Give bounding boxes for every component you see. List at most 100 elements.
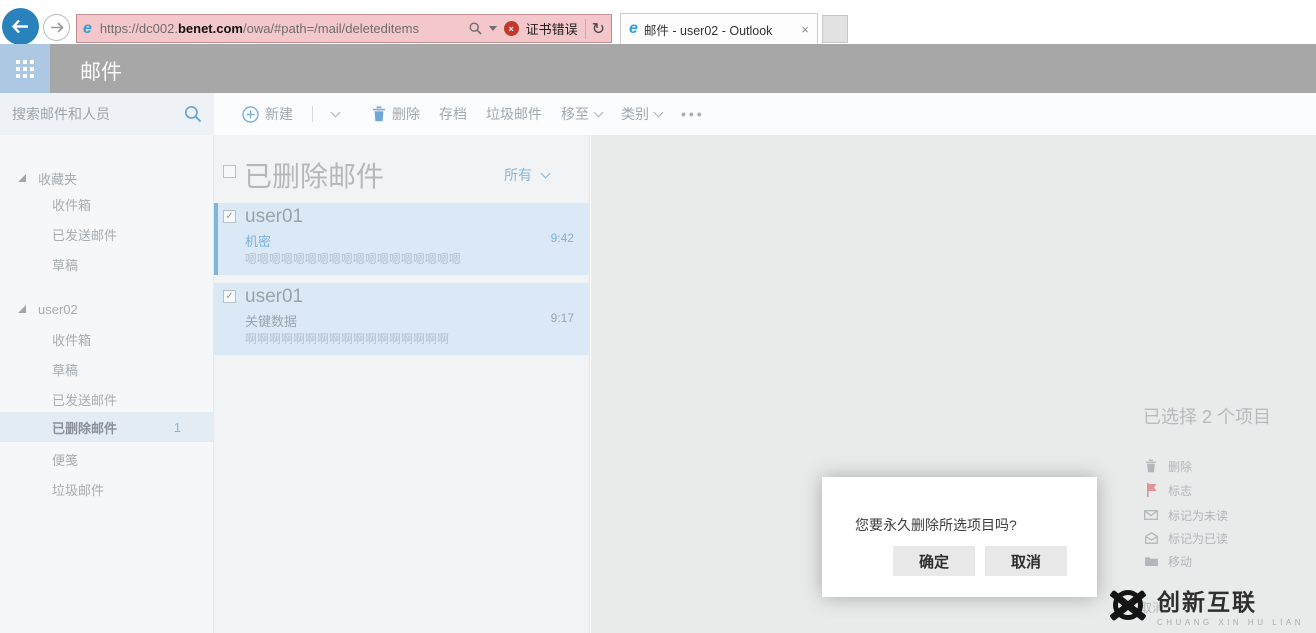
- url-prefix: https://dc002.: [100, 21, 178, 36]
- action-label: 移动: [1168, 553, 1192, 570]
- message-preview: 嗯嗯嗯嗯嗯嗯嗯嗯嗯嗯嗯嗯嗯嗯嗯嗯嗯嗯: [245, 250, 575, 267]
- message-subject: 机密: [245, 231, 271, 250]
- filter-chevron-icon: [541, 168, 551, 178]
- new-button[interactable]: 新建: [242, 104, 293, 124]
- sidebar-item-label: 垃圾邮件: [52, 480, 104, 499]
- dialog-ok-button[interactable]: 确定: [893, 546, 975, 576]
- folder-icon: [1144, 556, 1158, 566]
- action-move[interactable]: 移动: [1144, 552, 1192, 570]
- select-all-checkbox[interactable]: [223, 165, 236, 178]
- filter-dropdown[interactable]: 所有: [504, 165, 549, 185]
- trash-icon: [372, 106, 386, 122]
- message-subject: 关键数据: [245, 311, 297, 330]
- new-button-label: 新建: [265, 104, 293, 124]
- sidebar-item-inbox-fav[interactable]: 收件箱: [0, 193, 213, 215]
- move-to-button-label: 移至: [561, 104, 589, 124]
- watermark-text: 创新互联 CHUANG XIN HU LIAN: [1157, 583, 1304, 627]
- sidebar-item-sent-fav[interactable]: 已发送邮件: [0, 223, 213, 245]
- search-magnifier-icon[interactable]: [184, 105, 202, 123]
- tab-favicon: e: [629, 21, 638, 37]
- move-to-dropdown-icon: [594, 107, 604, 117]
- action-flag[interactable]: 标志: [1144, 481, 1192, 499]
- collapse-triangle-icon[interactable]: [18, 305, 26, 313]
- collapse-triangle-icon[interactable]: [18, 174, 26, 182]
- action-label: 标记为已读: [1168, 530, 1228, 547]
- sidebar-item-drafts-fav[interactable]: 草稿: [0, 253, 213, 275]
- plus-circle-icon: [242, 106, 259, 123]
- ie-page-icon: e: [83, 21, 92, 37]
- search-placeholder: 搜索邮件和人员: [12, 104, 184, 124]
- message-time: 9:42: [551, 231, 574, 245]
- toolbar-separator: [312, 106, 313, 122]
- search-input[interactable]: 搜索邮件和人员: [0, 93, 214, 135]
- address-bar[interactable]: e https://dc002.benet.com/owa/#path=/mai…: [76, 14, 612, 43]
- mail-open-icon: [1144, 532, 1158, 544]
- browser-chrome: e https://dc002.benet.com/owa/#path=/mai…: [0, 0, 1316, 44]
- sidebar-item-label: 便笺: [52, 450, 78, 469]
- unread-count-badge: 1: [174, 420, 181, 435]
- watermark-name: 创新互联: [1157, 583, 1304, 617]
- message-item[interactable]: ✓ user01 关键数据 9:17 啊啊啊啊啊啊啊啊啊啊啊啊啊啊啊啊啊: [214, 283, 590, 355]
- url-text: https://dc002.benet.com/owa/#path=/mail/…: [100, 21, 419, 36]
- browser-back-button[interactable]: [2, 8, 39, 45]
- move-to-button[interactable]: 移至: [561, 104, 602, 124]
- sidebar-item-junk[interactable]: 垃圾邮件: [0, 478, 213, 500]
- app-launcher-button[interactable]: [0, 44, 50, 93]
- new-tab-button[interactable]: [822, 15, 848, 43]
- tab-title: 邮件 - user02 - Outlook: [644, 20, 796, 39]
- search-icon[interactable]: [469, 22, 482, 35]
- sidebar-item-label: 收件箱: [52, 330, 91, 349]
- certificate-error-icon[interactable]: ×: [504, 21, 519, 36]
- category-button[interactable]: 类别: [621, 104, 662, 124]
- refresh-icon[interactable]: ↻: [585, 19, 605, 39]
- search-dropdown-icon[interactable]: [489, 26, 497, 31]
- command-row: 搜索邮件和人员 新建 删除 存档 垃圾: [0, 93, 1316, 135]
- action-mark-unread[interactable]: 标记为未读: [1144, 506, 1228, 524]
- sidebar-group-favorites[interactable]: 收藏夹: [0, 167, 213, 189]
- message-checkbox[interactable]: ✓: [223, 210, 236, 223]
- watermark-mark-icon: [1109, 586, 1147, 624]
- sidebar-item-label: 已删除邮件: [52, 418, 117, 437]
- sidebar-group-user02[interactable]: user02: [0, 298, 213, 320]
- url-domain: benet.com: [178, 21, 243, 36]
- address-bar-right: × 证书错误 ↻: [469, 19, 605, 39]
- junk-button[interactable]: 垃圾邮件: [486, 104, 542, 124]
- delete-button[interactable]: 删除: [372, 104, 420, 124]
- message-list: 已删除邮件 所有 ✓ user01 机密 9:42 嗯嗯嗯嗯嗯嗯嗯嗯嗯嗯嗯嗯嗯嗯…: [214, 135, 590, 633]
- mail-closed-icon: [1144, 510, 1158, 520]
- sidebar-item-notes[interactable]: 便笺: [0, 448, 213, 470]
- sidebar-group-label: 收藏夹: [38, 169, 77, 188]
- sidebar-item-sent[interactable]: 已发送邮件: [0, 388, 213, 410]
- browser-tab[interactable]: e 邮件 - user02 - Outlook ×: [620, 13, 818, 44]
- action-label: 标志: [1168, 482, 1192, 499]
- message-time: 9:17: [551, 311, 574, 325]
- message-list-header: 已删除邮件 所有: [214, 155, 589, 197]
- sidebar-group-label: user02: [38, 302, 78, 317]
- tab-close-icon[interactable]: ×: [801, 22, 809, 37]
- archive-button[interactable]: 存档: [439, 104, 467, 124]
- folder-title: 已删除邮件: [244, 155, 384, 195]
- sidebar-item-deleted[interactable]: 已删除邮件 1: [0, 412, 213, 442]
- folder-sidebar: 收藏夹 收件箱 已发送邮件 草稿 user02 收件箱 草稿 已发送邮件 已删除…: [0, 135, 214, 633]
- certificate-error-label[interactable]: 证书错误: [526, 19, 578, 38]
- app-launcher-grid-icon: [16, 60, 34, 78]
- sidebar-item-drafts[interactable]: 草稿: [0, 358, 213, 380]
- toolbar: 新建 删除 存档 垃圾邮件 移至 类别 •••: [214, 93, 1316, 135]
- back-arrow-icon: [11, 19, 30, 34]
- action-mark-read[interactable]: 标记为已读: [1144, 529, 1228, 547]
- browser-forward-button[interactable]: [43, 14, 70, 41]
- watermark-logo: 创新互联 CHUANG XIN HU LIAN: [1109, 583, 1304, 627]
- message-item[interactable]: ✓ user01 机密 9:42 嗯嗯嗯嗯嗯嗯嗯嗯嗯嗯嗯嗯嗯嗯嗯嗯嗯嗯: [214, 203, 590, 275]
- new-dropdown-icon[interactable]: [331, 107, 341, 117]
- action-delete[interactable]: 删除: [1144, 457, 1192, 475]
- more-commands-button[interactable]: •••: [681, 106, 705, 122]
- action-label: 标记为未读: [1168, 507, 1228, 524]
- message-sender: user01: [245, 286, 303, 308]
- junk-button-label: 垃圾邮件: [486, 104, 542, 124]
- sidebar-item-inbox[interactable]: 收件箱: [0, 328, 213, 350]
- confirm-delete-dialog: 您要永久删除所选项目吗? 确定 取消: [822, 477, 1097, 597]
- category-button-label: 类别: [621, 104, 649, 124]
- dialog-cancel-button[interactable]: 取消: [985, 546, 1067, 576]
- message-checkbox[interactable]: ✓: [223, 290, 236, 303]
- dialog-message: 您要永久删除所选项目吗?: [855, 515, 1017, 535]
